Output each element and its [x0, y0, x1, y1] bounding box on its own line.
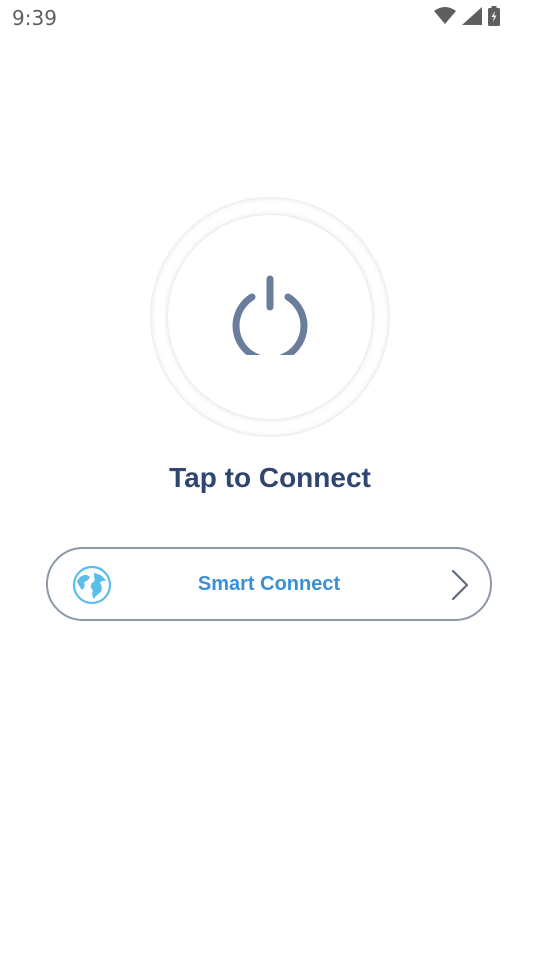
battery-icon [488, 6, 500, 26]
status-time: 9:39 [12, 6, 57, 30]
wifi-icon [434, 7, 456, 25]
connect-status-label: Tap to Connect [169, 462, 371, 493]
chevron-right-icon [450, 569, 470, 606]
status-icons [434, 6, 500, 26]
power-icon [230, 275, 310, 363]
smart-connect-label: Smart Connect [197, 573, 341, 595]
power-button-inner[interactable] [168, 215, 372, 419]
status-bar: 9:39 [0, 0, 540, 36]
signal-icon [462, 7, 482, 25]
smart-connect-button[interactable]: Smart Connect [46, 547, 492, 621]
power-button[interactable] [150, 197, 390, 437]
